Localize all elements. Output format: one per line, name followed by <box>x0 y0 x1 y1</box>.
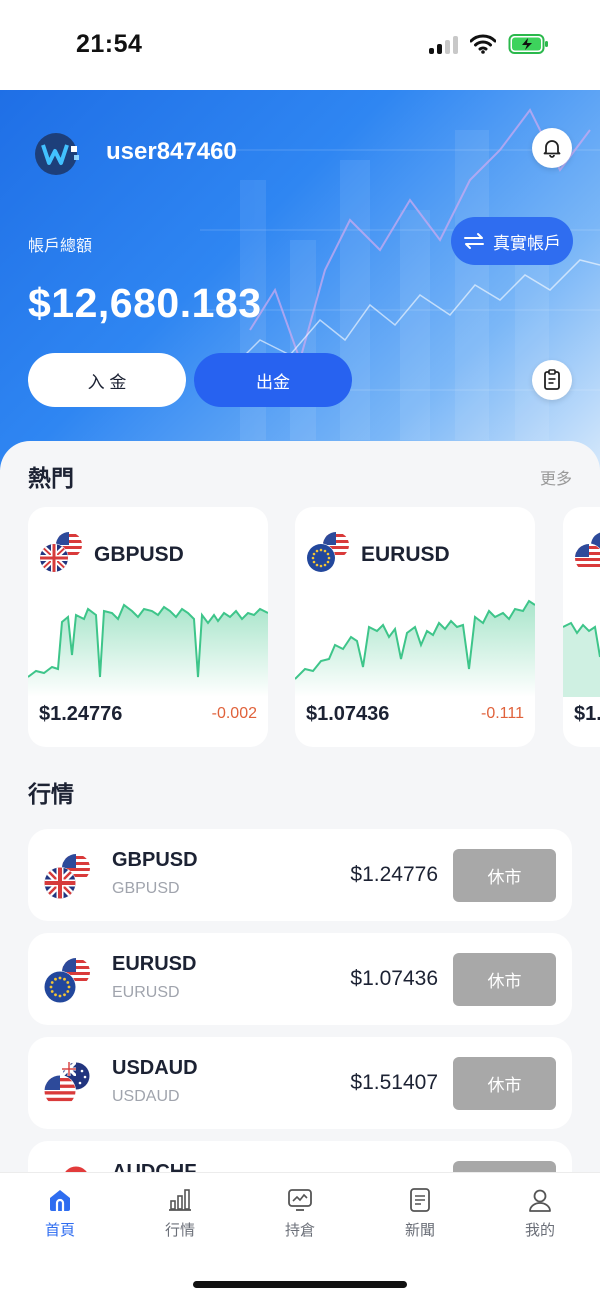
card-change: -0.111 <box>481 705 524 722</box>
cellular-signal-icon <box>429 34 458 54</box>
quote-subtitle: EURUSD <box>112 984 180 1001</box>
quote-subtitle: USDAUD <box>112 1088 180 1105</box>
card-sparkline <box>28 603 268 697</box>
tab-news[interactable]: 新聞 <box>360 1187 480 1240</box>
card-sparkline <box>563 621 600 697</box>
wifi-icon <box>470 34 496 54</box>
quote-name: GBPUSD <box>112 849 198 871</box>
home-icon <box>50 1190 70 1211</box>
account-header: user847460 帳戶總額 真實帳戶 $12,680.183 入 金 出金 <box>0 90 600 470</box>
currency-flags-icon <box>574 532 600 573</box>
market-closed-button[interactable]: 休市 <box>453 849 556 902</box>
card-change: -0.002 <box>211 705 257 722</box>
quote-price: $1.51407 <box>350 1071 438 1094</box>
chart-bars-icon <box>169 1189 191 1211</box>
gbp-usd-flags-icon <box>44 854 90 899</box>
username: user847460 <box>106 138 237 165</box>
home-indicator <box>193 1281 407 1288</box>
account-switch-label: 真實帳戶 <box>493 233 561 253</box>
account-balance: $12,680.183 <box>28 280 262 326</box>
quote-name: EURUSD <box>112 953 197 975</box>
tab-label: 持倉 <box>284 1222 315 1239</box>
card-symbol: GBPUSD <box>94 543 184 566</box>
quote-name: USDAUD <box>112 1057 198 1079</box>
eur-usd-flags-icon <box>44 958 90 1003</box>
tab-label: 新聞 <box>404 1222 435 1239</box>
market-closed-button[interactable]: 休市 <box>453 1057 556 1110</box>
list-item[interactable]: EURUSD EURUSD $1.07436 休市 <box>28 933 572 1025</box>
card-sparkline <box>295 599 535 697</box>
app-logo <box>35 133 79 175</box>
card-price: $1. <box>574 703 600 725</box>
gbp-usd-flags-icon <box>39 532 82 573</box>
card-symbol: EURUSD <box>361 543 450 566</box>
hot-card[interactable]: GBPUSD $1.24776 -0.002 <box>28 507 268 747</box>
card-price: $1.24776 <box>39 703 123 725</box>
status-icons <box>429 33 550 55</box>
records-button[interactable] <box>532 360 572 400</box>
market-closed-button[interactable]: 休市 <box>453 953 556 1006</box>
status-bar: 21:54 <box>0 0 600 90</box>
hot-section-title: 熱門 <box>28 465 74 491</box>
quote-subtitle: GBPUSD <box>112 880 180 897</box>
swap-arrows-icon <box>464 233 484 249</box>
card-price: $1.07436 <box>306 703 390 725</box>
bottom-tab-bar: 首頁 行情 持倉 新聞 我的 <box>0 1172 600 1301</box>
monitor-chart-icon <box>288 1189 312 1211</box>
tab-profile[interactable]: 我的 <box>480 1187 600 1240</box>
main-content: 熱門 更多 GBPUSD $1.24776 -0.002 EURUSD $1.0… <box>0 441 600 1181</box>
user-icon <box>529 1189 551 1212</box>
account-switch-button[interactable]: 真實帳戶 <box>451 217 573 265</box>
clipboard-icon <box>544 369 560 390</box>
bell-icon <box>543 140 561 158</box>
status-time: 21:54 <box>76 30 143 58</box>
list-item[interactable]: USDAUD USDAUD $1.51407 休市 <box>28 1037 572 1129</box>
hot-card[interactable]: $1. <box>563 507 600 747</box>
tab-market[interactable]: 行情 <box>120 1187 240 1240</box>
hot-cards-carousel[interactable]: GBPUSD $1.24776 -0.002 EURUSD $1.07436 -… <box>0 507 600 749</box>
quote-price: $1.07436 <box>350 967 438 990</box>
hot-card[interactable]: EURUSD $1.07436 -0.111 <box>295 507 535 747</box>
tab-label: 首頁 <box>44 1222 75 1239</box>
market-section-title: 行情 <box>28 781 74 807</box>
tab-positions[interactable]: 持倉 <box>240 1187 360 1240</box>
eur-usd-flags-icon <box>306 532 349 573</box>
tab-label: 行情 <box>164 1222 195 1239</box>
withdraw-button[interactable]: 出金 <box>194 353 352 407</box>
notification-button[interactable] <box>532 128 572 168</box>
more-link[interactable]: 更多 <box>540 465 572 489</box>
tab-label: 我的 <box>524 1222 555 1239</box>
usd-aud-flags-icon <box>44 1062 90 1107</box>
tab-home[interactable]: 首頁 <box>0 1187 120 1240</box>
document-icon <box>410 1188 430 1212</box>
deposit-button[interactable]: 入 金 <box>28 353 186 407</box>
quote-price: $1.24776 <box>350 863 438 886</box>
battery-charging-icon <box>508 34 548 54</box>
account-total-label: 帳戶總額 <box>28 238 93 255</box>
list-item[interactable]: GBPUSD GBPUSD $1.24776 休市 <box>28 829 572 921</box>
